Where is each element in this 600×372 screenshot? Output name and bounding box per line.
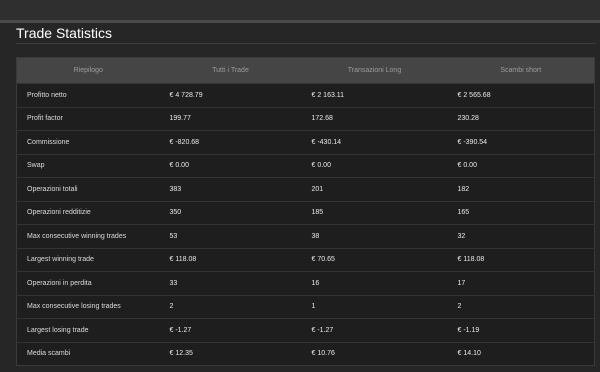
table-row: Media scambi € 12.35 € 10.76 € 14.10: [16, 341, 595, 366]
long-trades-value: € -430.14: [301, 130, 448, 154]
short-trades-value: 17: [447, 271, 595, 295]
all-trades-value: € 0.00: [159, 153, 302, 178]
short-trades-value: 230.28: [447, 106, 595, 131]
long-trades-value: € 2 163.11: [301, 83, 448, 107]
metric-label: Largest losing trade: [16, 318, 160, 342]
all-trades-value: € 118.08: [159, 247, 302, 272]
long-trades-value: € 0.00: [301, 153, 448, 178]
table-row: Profitto netto € 4 728.79 € 2 163.11 € 2 56…: [16, 83, 595, 107]
all-trades-value: 2: [159, 294, 302, 319]
short-trades-value: € 0.00: [447, 153, 595, 178]
metric-label: Swap: [16, 153, 160, 178]
all-trades-value: 33: [159, 271, 302, 295]
short-trades-value: 32: [447, 224, 595, 248]
top-bar: [0, 0, 600, 23]
table-header-row: Riepilogo Tutti i Trade Transazioni Long…: [16, 57, 595, 84]
table-row: Operazioni totali 383 201 182: [16, 177, 595, 201]
long-trades-value: 1: [301, 294, 448, 319]
metric-label: Profitto netto: [16, 83, 160, 107]
long-trades-value: € 10.76: [301, 341, 448, 366]
metric-label: Operazioni redditizie: [16, 200, 160, 225]
all-trades-value: 350: [159, 200, 302, 225]
table-row: Largest losing trade € -1.27 € -1.27 € -1.1…: [16, 318, 595, 342]
long-trades-value: € 70.65: [301, 247, 448, 272]
title-divider: [16, 43, 596, 44]
short-trades-value: € -390.54: [447, 130, 595, 154]
metric-label: Operazioni in perdita: [16, 271, 160, 295]
metric-label: Operazioni totali: [16, 177, 160, 201]
short-trades-value: 2: [447, 294, 595, 319]
metric-label: Max consecutive winning trades: [16, 224, 160, 248]
all-trades-value: € -820.68: [159, 130, 302, 154]
trade-statistics-table: Riepilogo Tutti i Trade Transazioni Long…: [16, 57, 595, 366]
table-row: Largest winning trade € 118.08 € 70.65 € 11…: [16, 247, 595, 272]
short-trades-value: 182: [447, 177, 595, 201]
short-trades-value: € 2 565.68: [447, 83, 595, 107]
table-row: Profit factor 199.77 172.68 230.28: [16, 106, 595, 131]
table-row: Swap € 0.00 € 0.00 € 0.00: [16, 153, 595, 178]
all-trades-value: € 4 728.79: [159, 83, 302, 107]
metric-label: Largest winning trade: [16, 247, 160, 272]
all-trades-value: 383: [159, 177, 302, 201]
column-header-all-trades: Tutti i Trade: [159, 57, 302, 84]
table-row: Max consecutive losing trades 2 1 2: [16, 294, 595, 319]
long-trades-value: 16: [301, 271, 448, 295]
short-trades-value: 165: [447, 200, 595, 225]
column-header-short-trades: Scambi short: [447, 57, 595, 84]
short-trades-value: € 14.10: [447, 341, 595, 366]
table-row: Operazioni in perdita 33 16 17: [16, 271, 595, 295]
table-row: Max consecutive winning trades 53 38 32: [16, 224, 595, 248]
all-trades-value: € 12.35: [159, 341, 302, 366]
long-trades-value: 185: [301, 200, 448, 225]
column-header-summary: Riepilogo: [16, 57, 160, 84]
table-row: Operazioni redditizie 350 185 165: [16, 200, 595, 225]
all-trades-value: € -1.27: [159, 318, 302, 342]
long-trades-value: 38: [301, 224, 448, 248]
metric-label: Media scambi: [16, 341, 160, 366]
all-trades-value: 53: [159, 224, 302, 248]
column-header-long-trades: Transazioni Long: [301, 57, 448, 84]
long-trades-value: 201: [301, 177, 448, 201]
metric-label: Profit factor: [16, 106, 160, 131]
table-row: Commissione € -820.68 € -430.14 € -390.54: [16, 130, 595, 154]
metric-label: Max consecutive losing trades: [16, 294, 160, 319]
short-trades-value: € -1.19: [447, 318, 595, 342]
all-trades-value: 199.77: [159, 106, 302, 131]
metric-label: Commissione: [16, 130, 160, 154]
page-title: Trade Statistics: [16, 25, 112, 41]
long-trades-value: € -1.27: [301, 318, 448, 342]
long-trades-value: 172.68: [301, 106, 448, 131]
short-trades-value: € 118.08: [447, 247, 595, 272]
